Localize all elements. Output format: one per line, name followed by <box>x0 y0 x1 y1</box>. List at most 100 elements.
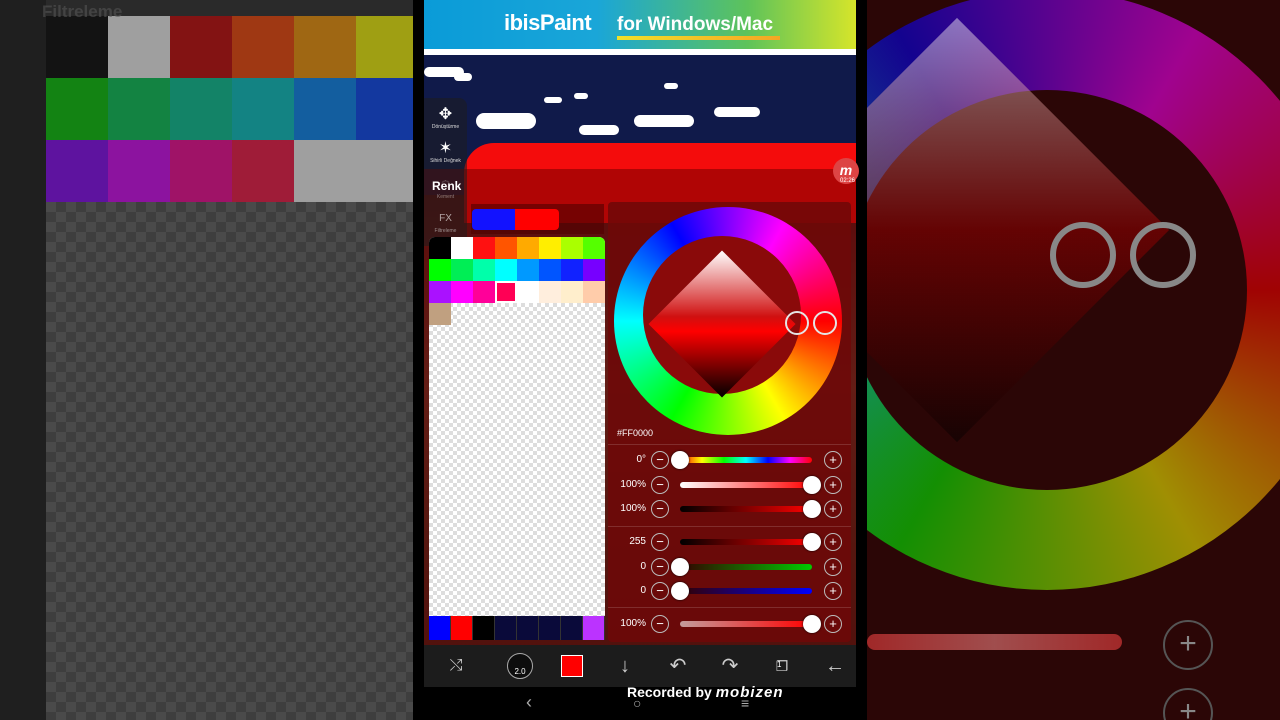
opacity-minus-button[interactable]: − <box>651 615 669 633</box>
palette-swatch[interactable] <box>429 237 451 259</box>
palette-swatch[interactable] <box>539 281 561 303</box>
palette-swatch[interactable] <box>561 281 583 303</box>
red-plus-button[interactable]: + <box>824 533 842 551</box>
brightness-plus-button[interactable]: + <box>824 500 842 518</box>
tool-magic-wand[interactable]: ✶ Sihirli Değnek <box>424 140 467 164</box>
tool-transform[interactable]: ✥ Dönüştürme <box>424 106 467 130</box>
palette-swatch[interactable] <box>561 237 583 259</box>
green-slider-thumb[interactable] <box>671 558 689 576</box>
palette-swatch[interactable] <box>583 259 605 281</box>
palette-swatch[interactable] <box>517 281 539 303</box>
magic-wand-icon: ✶ <box>438 140 453 157</box>
fx-icon: FX <box>439 213 452 224</box>
layers-icon[interactable]: ❐ 1 <box>769 653 795 679</box>
hue-selector-knob[interactable] <box>813 311 837 335</box>
foreground-color-swatch[interactable] <box>472 209 516 230</box>
current-color-button[interactable] <box>561 655 583 677</box>
history-swatch[interactable] <box>429 616 451 640</box>
bottom-toolbar: ⤭ 2.0 ↓ ↶ ↷ ❐ 1 ← <box>424 645 856 687</box>
nav-back-icon[interactable]: ‹ <box>526 692 532 713</box>
palette-swatch[interactable] <box>429 281 451 303</box>
palette-swatch[interactable] <box>583 237 605 259</box>
palette-swatch[interactable] <box>561 259 583 281</box>
palette-grid <box>429 237 605 325</box>
divider <box>608 444 851 445</box>
cloud <box>634 115 694 127</box>
green-value: 0 <box>640 561 646 572</box>
palette-swatch[interactable] <box>429 259 451 281</box>
opacity-plus-button[interactable]: + <box>824 615 842 633</box>
palette-swatch[interactable] <box>473 281 495 303</box>
palette-swatch[interactable] <box>539 237 561 259</box>
arrow-down-icon[interactable]: ↓ <box>612 653 638 679</box>
color-palette[interactable] <box>429 237 605 616</box>
palette-swatch[interactable] <box>583 281 605 303</box>
cloud <box>476 113 536 129</box>
cloud <box>574 93 588 99</box>
hex-value[interactable]: #FF0000 <box>617 428 653 438</box>
blue-slider-track[interactable] <box>680 588 812 594</box>
blurred-background-right: + + <box>867 0 1280 720</box>
history-swatch[interactable] <box>583 616 605 640</box>
history-swatch[interactable] <box>451 616 473 640</box>
palette-swatch[interactable] <box>517 259 539 281</box>
brightness-minus-button[interactable]: − <box>651 500 669 518</box>
tool-filter[interactable]: FX Filtreleme <box>424 210 467 234</box>
redo-icon[interactable]: ↷ <box>717 653 743 679</box>
current-colors[interactable] <box>471 204 604 234</box>
back-arrow-icon[interactable]: ← <box>822 653 848 679</box>
palette-swatch[interactable] <box>429 303 451 325</box>
sv-selector-knob[interactable] <box>785 311 809 335</box>
saturation-plus-button[interactable]: + <box>824 476 842 494</box>
palette-swatch[interactable] <box>539 259 561 281</box>
background-color-swatch[interactable] <box>515 209 559 230</box>
palette-swatch[interactable] <box>517 237 539 259</box>
history-swatch[interactable] <box>561 616 583 640</box>
red-slider-track[interactable] <box>680 539 812 545</box>
palette-swatch[interactable] <box>495 281 517 303</box>
green-slider-track[interactable] <box>680 564 812 570</box>
hue-minus-button[interactable]: − <box>651 451 669 469</box>
opacity-slider-thumb[interactable] <box>803 615 821 633</box>
hue-plus-button[interactable]: + <box>824 451 842 469</box>
undo-icon[interactable]: ↶ <box>665 653 691 679</box>
brush-size-value: 2.0 <box>514 667 526 676</box>
color-panel-title: Renk <box>432 179 462 193</box>
blurred-swatch <box>294 140 356 202</box>
history-swatch[interactable] <box>495 616 517 640</box>
history-swatch[interactable] <box>473 616 495 640</box>
ad-banner[interactable]: ibisPaint for Windows/Mac <box>424 0 856 49</box>
palette-swatch[interactable] <box>473 259 495 281</box>
palette-swatch[interactable] <box>451 259 473 281</box>
blurred-swatch <box>46 78 108 140</box>
history-swatch[interactable] <box>517 616 539 640</box>
red-minus-button[interactable]: − <box>651 533 669 551</box>
hue-slider-track[interactable] <box>680 457 812 463</box>
palette-swatch[interactable] <box>495 237 517 259</box>
saturation-slider-track[interactable] <box>680 482 812 488</box>
banner-underline <box>617 36 780 40</box>
blue-plus-button[interactable]: + <box>824 582 842 600</box>
palette-swatch[interactable] <box>451 281 473 303</box>
opacity-slider-track[interactable] <box>680 621 812 627</box>
palette-swatch[interactable] <box>495 259 517 281</box>
green-plus-button[interactable]: + <box>824 558 842 576</box>
brush-size-button[interactable]: 2.0 <box>507 653 533 679</box>
history-swatch[interactable] <box>539 616 561 640</box>
blurred-swatch <box>170 16 232 78</box>
blurred-plus-icon: + <box>1163 620 1213 670</box>
eraser-swap-icon[interactable]: ⤭ <box>443 653 469 679</box>
brightness-slider-thumb[interactable] <box>803 500 821 518</box>
hue-slider-thumb[interactable] <box>671 451 689 469</box>
palette-swatch[interactable] <box>451 237 473 259</box>
palette-swatch[interactable] <box>473 237 495 259</box>
blue-minus-button[interactable]: − <box>651 582 669 600</box>
blurred-swatch <box>356 16 413 78</box>
brightness-slider-track[interactable] <box>680 506 812 512</box>
blue-slider-thumb[interactable] <box>671 582 689 600</box>
saturation-slider-thumb[interactable] <box>803 476 821 494</box>
saturation-minus-button[interactable]: − <box>651 476 669 494</box>
tool-column: ✥ Dönüştürme ✶ Sihirli Değnek ◌ Kement F… <box>424 98 467 246</box>
red-slider-thumb[interactable] <box>803 533 821 551</box>
green-minus-button[interactable]: − <box>651 558 669 576</box>
